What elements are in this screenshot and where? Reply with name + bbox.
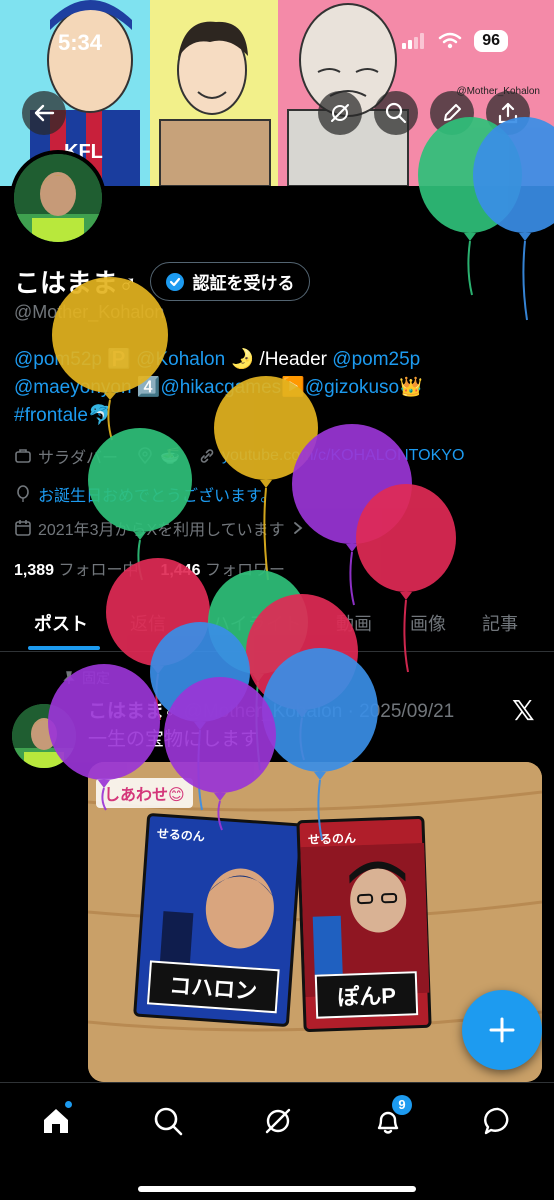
status-bar: 5:34 96 [0, 0, 554, 80]
card-name-kohalon: コハロン [146, 960, 280, 1014]
profile-location: 🍜 [160, 448, 180, 465]
get-verified-label: 認証を受ける [192, 274, 295, 293]
bio-line-1: @pom52p 🅿️ @Kohalon 🌛 /Header @pom25p [14, 346, 544, 374]
status-time: 5:34 [58, 30, 103, 55]
grok-icon [265, 1108, 291, 1134]
followers-link[interactable]: 1,446 フォロワー [161, 556, 286, 580]
home-icon [44, 1109, 68, 1133]
bio-text: ▶️ [281, 377, 305, 398]
profile-occupation: サラダバー [38, 450, 119, 467]
profile-joined: 2021年3月からXを利用しています [38, 522, 285, 539]
chevron-right-icon[interactable] [291, 521, 305, 535]
briefcase-icon [15, 449, 31, 463]
bio-text: 🅿️ [101, 349, 137, 370]
follow-stats: 1,389 フォロー中 1,446 フォロワー [14, 556, 285, 580]
post-author-avatar[interactable] [12, 704, 76, 768]
image-caption: しあわせ😊 [96, 778, 193, 808]
followers-label: フォロワー [205, 562, 286, 579]
compose-post-button[interactable] [462, 990, 542, 1070]
following-label: フォロー中 [58, 562, 139, 579]
profile-handle: @Mother_Kohalon [14, 302, 165, 322]
profile-website-link[interactable]: youtube.com/c/KOHALONTOKYO [222, 447, 464, 465]
location-pin-icon [138, 447, 152, 465]
grok-button[interactable] [318, 91, 362, 135]
calendar-icon [15, 520, 31, 536]
search-icon [385, 102, 407, 124]
followers-count: 1,446 [160, 562, 201, 579]
bio-mention-pom52p[interactable]: @pom52p [14, 349, 102, 370]
trading-card-kohalon: せるのん コハロン [133, 812, 303, 1028]
bottom-navigation: 9 [0, 1082, 554, 1200]
trading-card-ponp: せるのん ぽんP [296, 815, 432, 1033]
profile-bio: @pom52p 🅿️ @Kohalon 🌛 /Header @pom25p @m… [14, 346, 544, 430]
profile-name: こはまま♂ [14, 268, 138, 298]
notification-badge: 9 [392, 1095, 412, 1115]
bio-line-2: @maeyonyon 4️⃣@hikacgames▶️@gizokuso👑 [14, 374, 544, 402]
bio-text: 4️⃣ [131, 377, 161, 398]
share-icon [498, 102, 518, 124]
chat-bubble-icon [484, 1107, 509, 1135]
card-name-ponp: ぽんP [314, 971, 419, 1019]
new-content-dot [65, 1101, 72, 1108]
bio-mention-gizokuso[interactable]: @gizokuso [305, 377, 399, 398]
plus-icon [489, 1017, 515, 1043]
share-button[interactable] [486, 91, 530, 135]
search-icon [154, 1107, 183, 1136]
cellular-signal-icon [402, 33, 425, 49]
bio-mention-hikacgames[interactable]: @hikacgames [160, 377, 281, 398]
bio-text: 🐬 [87, 405, 112, 426]
pin-icon [63, 671, 75, 684]
following-link[interactable]: 1,389 フォロー中 [14, 556, 139, 580]
x-logo-icon: 𝕏 [512, 695, 535, 726]
active-tab-indicator [28, 646, 100, 650]
profile-name-row: こはまま♂ 認証を受ける [14, 262, 310, 301]
profile-meta-row-2: お誕生日おめでとうございます。 [14, 482, 276, 506]
bio-mention-maeyonyon[interactable]: @maeyonyon [14, 377, 132, 398]
bio-text: 👑 [399, 377, 423, 398]
nav-notifications[interactable]: 9 [368, 1095, 412, 1141]
tab-replies[interactable]: 返信 [130, 610, 166, 636]
post-author-name[interactable]: こはまま♂ [88, 701, 178, 722]
post-text: 一生の宝物にします [88, 729, 260, 750]
balloon-icon [17, 485, 29, 502]
back-arrow-icon [34, 104, 55, 122]
tab-media[interactable]: 画像 [410, 610, 446, 636]
tab-articles[interactable]: 記事 [482, 610, 518, 636]
profile-birthday: お誕生日おめでとうございます。 [38, 488, 277, 505]
tab-highlights[interactable]: ハイライト [212, 610, 302, 636]
home-indicator [138, 1186, 416, 1192]
bio-text: 🌛 /Header [225, 349, 333, 370]
following-count: 1,389 [14, 562, 55, 579]
search-button[interactable] [374, 91, 418, 135]
grok-icon [331, 104, 349, 122]
post-handle-date: @Mother_Kohalon · 2025/09/21 [183, 701, 455, 722]
tab-videos[interactable]: 動画 [336, 610, 372, 636]
get-verified-button[interactable]: 認証を受ける [149, 262, 310, 301]
pinned-indicator: 固定 [62, 668, 110, 688]
nav-grok[interactable] [258, 1101, 298, 1141]
profile-meta-row-3: 2021年3月からXを利用しています [14, 516, 305, 540]
tab-posts[interactable]: ポスト [34, 610, 88, 636]
nav-messages[interactable] [478, 1101, 518, 1141]
bio-line-3: #frontale🐬 [14, 402, 544, 430]
nav-search[interactable] [148, 1101, 188, 1141]
profile-meta-row-1: サラダバー 🍜 youtube.com/c/KOHALONTOKYO [14, 444, 464, 468]
bio-hashtag-frontale[interactable]: #frontale [14, 405, 88, 426]
profile-avatar[interactable] [10, 150, 106, 246]
edit-button[interactable] [430, 91, 474, 135]
wifi-icon [438, 32, 462, 49]
profile-tabs: ポスト 返信 ハイライト 動画 画像 記事 [0, 598, 554, 652]
post-header: こはまま♂ @Mother_Kohalon · 2025/09/21 [88, 696, 454, 723]
pinned-label: 固定 [82, 670, 110, 686]
bio-mention-pom25p[interactable]: @pom25p [332, 349, 420, 370]
edit-icon [444, 104, 461, 121]
status-icons: 96 [402, 30, 508, 52]
nav-home[interactable] [36, 1101, 76, 1141]
back-button[interactable] [22, 91, 66, 135]
battery-indicator: 96 [474, 30, 508, 52]
verified-badge-icon [165, 272, 184, 291]
bio-mention-kohalon[interactable]: @Kohalon [136, 349, 225, 370]
link-icon [200, 449, 214, 463]
